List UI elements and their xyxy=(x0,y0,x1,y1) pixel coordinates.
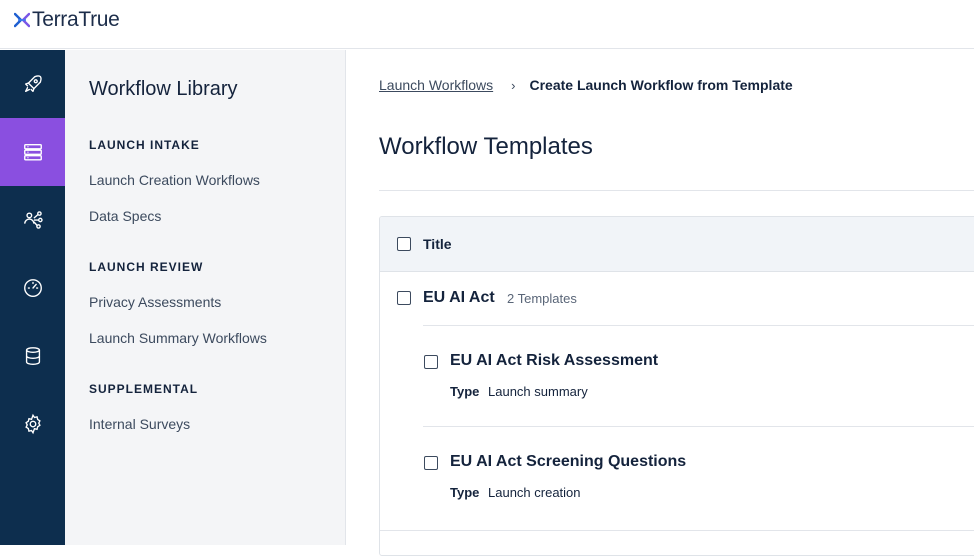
template-checkbox[interactable] xyxy=(424,355,438,369)
column-header-title: Title xyxy=(423,236,452,252)
template-type-value: Launch creation xyxy=(488,485,581,500)
select-all-checkbox[interactable] xyxy=(397,237,411,251)
breadcrumb-separator: › xyxy=(511,77,516,93)
group-checkbox[interactable] xyxy=(397,291,411,305)
sidebar-item-data-specs[interactable]: Data Specs xyxy=(89,208,161,224)
workflow-share-icon xyxy=(23,211,43,229)
sidebar-item-launch-creation-workflows[interactable]: Launch Creation Workflows xyxy=(89,172,260,188)
gauge-icon xyxy=(23,279,42,297)
breadcrumb: Launch Workflows › Create Launch Workflo… xyxy=(379,77,793,93)
rail-settings[interactable] xyxy=(0,390,65,458)
template-title[interactable]: EU AI Act Risk Assessment xyxy=(450,352,658,370)
rail-dashboard[interactable] xyxy=(0,254,65,322)
icon-rail xyxy=(0,50,65,545)
sidebar-item-launch-summary-workflows[interactable]: Launch Summary Workflows xyxy=(89,330,267,346)
top-bar: TerraTrue xyxy=(0,0,974,49)
title-divider xyxy=(379,190,974,191)
sidebar-item-privacy-assessments[interactable]: Privacy Assessments xyxy=(89,294,221,310)
library-stack-icon xyxy=(23,143,42,161)
logo-text: TerraTrue xyxy=(32,8,120,31)
main-content: Launch Workflows › Create Launch Workflo… xyxy=(347,50,974,556)
rail-integrations[interactable] xyxy=(0,186,65,254)
terratrue-x-icon xyxy=(14,12,30,28)
row-divider xyxy=(423,426,974,427)
templates-table: Title EU AI Act 2 Templates EU AI Act Ri… xyxy=(379,216,974,556)
template-title[interactable]: EU AI Act Screening Questions xyxy=(450,453,686,471)
row-divider xyxy=(380,530,974,531)
breadcrumb-current: Create Launch Workflow from Template xyxy=(529,77,793,93)
section-heading-launch-review: LAUNCH REVIEW xyxy=(89,260,204,274)
template-checkbox[interactable] xyxy=(424,456,438,470)
breadcrumb-link-launch-workflows[interactable]: Launch Workflows xyxy=(379,77,493,93)
workflow-library-sidebar: Workflow Library LAUNCH INTAKE Launch Cr… xyxy=(65,50,346,545)
group-template-count: 2 Templates xyxy=(507,291,577,306)
group-name[interactable]: EU AI Act xyxy=(423,289,495,307)
database-icon xyxy=(25,347,40,365)
section-heading-launch-intake: LAUNCH INTAKE xyxy=(89,138,200,152)
rail-data[interactable] xyxy=(0,322,65,390)
template-type-value: Launch summary xyxy=(488,384,588,399)
rail-workflow-library[interactable] xyxy=(0,118,65,186)
rail-launches[interactable] xyxy=(0,50,65,118)
app-logo[interactable]: TerraTrue xyxy=(14,8,120,32)
section-heading-supplemental: SUPPLEMENTAL xyxy=(89,382,199,396)
template-type-label: Type xyxy=(450,485,480,500)
row-divider xyxy=(423,325,974,326)
template-type-label: Type xyxy=(450,384,480,399)
sidebar-item-internal-surveys[interactable]: Internal Surveys xyxy=(89,416,190,432)
page-title: Workflow Templates xyxy=(379,133,593,160)
rocket-icon xyxy=(24,75,42,93)
gear-icon xyxy=(24,413,41,435)
table-header: Title xyxy=(380,217,974,272)
sidebar-title: Workflow Library xyxy=(89,78,238,100)
